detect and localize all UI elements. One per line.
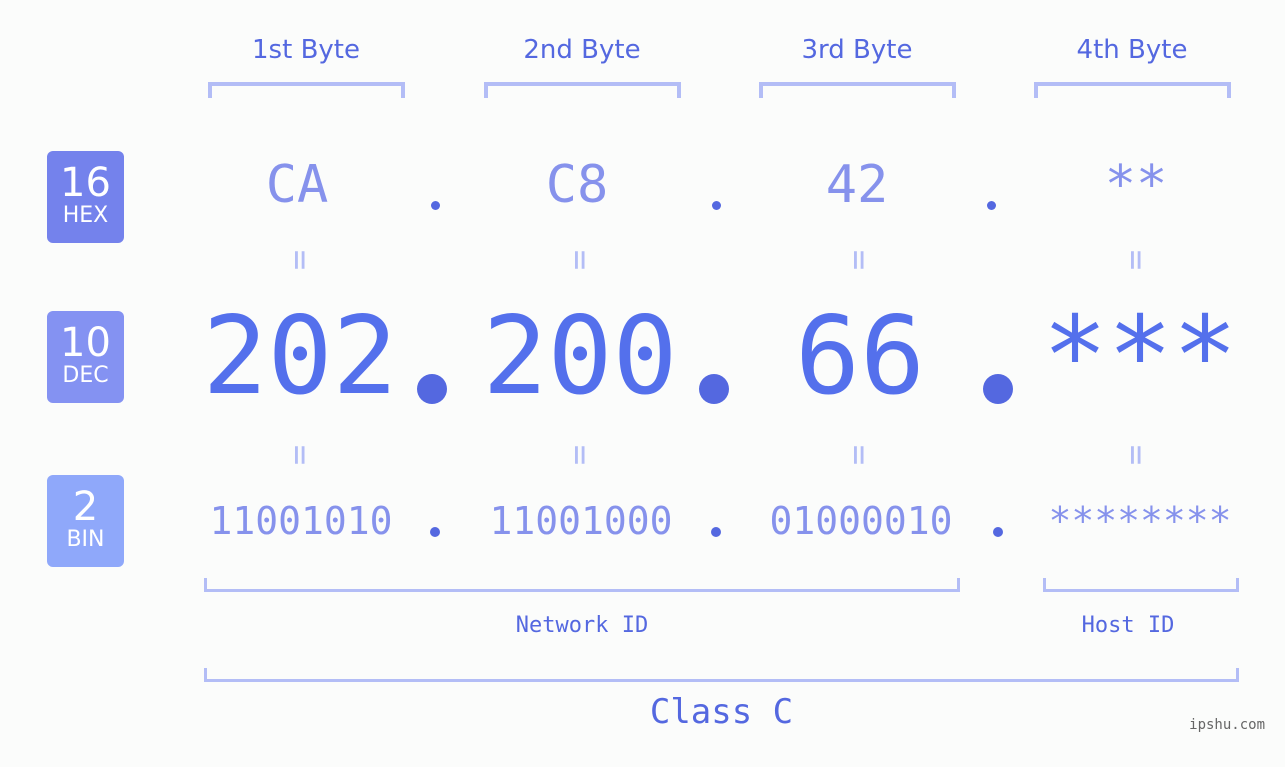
bin-byte-1: 11001010 bbox=[209, 499, 393, 543]
equals-hex-dec-3: = bbox=[839, 249, 879, 271]
hex-dot-1 bbox=[431, 201, 440, 210]
host-id-bracket bbox=[1043, 578, 1239, 592]
hex-byte-4: ** bbox=[1104, 155, 1168, 215]
bin-dot-1 bbox=[430, 527, 440, 537]
hex-badge-label: HEX bbox=[62, 203, 109, 228]
byte-1-label: 1st Byte bbox=[252, 35, 360, 65]
bin-byte-2: 11001000 bbox=[489, 499, 673, 543]
bin-badge-label: BIN bbox=[66, 527, 105, 552]
hex-badge-number: 16 bbox=[60, 160, 111, 206]
bin-badge: 2 BIN bbox=[47, 475, 124, 567]
dec-byte-3: 66 bbox=[794, 294, 926, 419]
dec-dot-3 bbox=[983, 374, 1013, 404]
byte-2-bracket bbox=[484, 82, 681, 98]
bin-byte-3: 01000010 bbox=[769, 499, 953, 543]
network-id-bracket bbox=[204, 578, 960, 592]
class-label: Class C bbox=[649, 692, 794, 732]
host-id-label: Host ID bbox=[1081, 613, 1175, 638]
hex-byte-1: CA bbox=[265, 155, 329, 215]
byte-4-label: 4th Byte bbox=[1076, 35, 1188, 65]
hex-dot-2 bbox=[712, 201, 721, 210]
equals-hex-dec-2: = bbox=[560, 249, 600, 271]
equals-hex-dec-1: = bbox=[280, 249, 320, 271]
byte-2-label: 2nd Byte bbox=[523, 35, 641, 65]
watermark: ipshu.com bbox=[1189, 717, 1265, 733]
dec-badge: 10 DEC bbox=[47, 311, 124, 403]
byte-1-bracket bbox=[208, 82, 405, 98]
byte-4-bracket bbox=[1034, 82, 1231, 98]
equals-hex-dec-4: = bbox=[1116, 249, 1156, 271]
dec-dot-2 bbox=[699, 374, 729, 404]
bin-byte-4: ******** bbox=[1048, 499, 1232, 543]
equals-dec-bin-3: = bbox=[839, 444, 879, 466]
bin-dot-2 bbox=[711, 527, 721, 537]
dec-byte-4: *** bbox=[1042, 294, 1238, 419]
dec-byte-1: 202 bbox=[202, 294, 398, 419]
hex-badge: 16 HEX bbox=[47, 151, 124, 243]
dec-badge-number: 10 bbox=[60, 320, 111, 366]
equals-dec-bin-2: = bbox=[560, 444, 600, 466]
bin-dot-3 bbox=[993, 527, 1003, 537]
hex-dot-3 bbox=[987, 201, 996, 210]
hex-byte-3: 42 bbox=[825, 155, 889, 215]
bin-badge-number: 2 bbox=[72, 484, 99, 530]
class-bracket bbox=[204, 668, 1239, 682]
network-id-label: Network ID bbox=[515, 613, 649, 638]
byte-3-label: 3rd Byte bbox=[801, 35, 913, 65]
hex-byte-2: C8 bbox=[545, 155, 609, 215]
equals-dec-bin-1: = bbox=[280, 444, 320, 466]
equals-dec-bin-4: = bbox=[1116, 444, 1156, 466]
dec-byte-2: 200 bbox=[482, 294, 678, 419]
dec-dot-1 bbox=[417, 374, 447, 404]
dec-badge-label: DEC bbox=[62, 363, 109, 388]
byte-3-bracket bbox=[759, 82, 956, 98]
